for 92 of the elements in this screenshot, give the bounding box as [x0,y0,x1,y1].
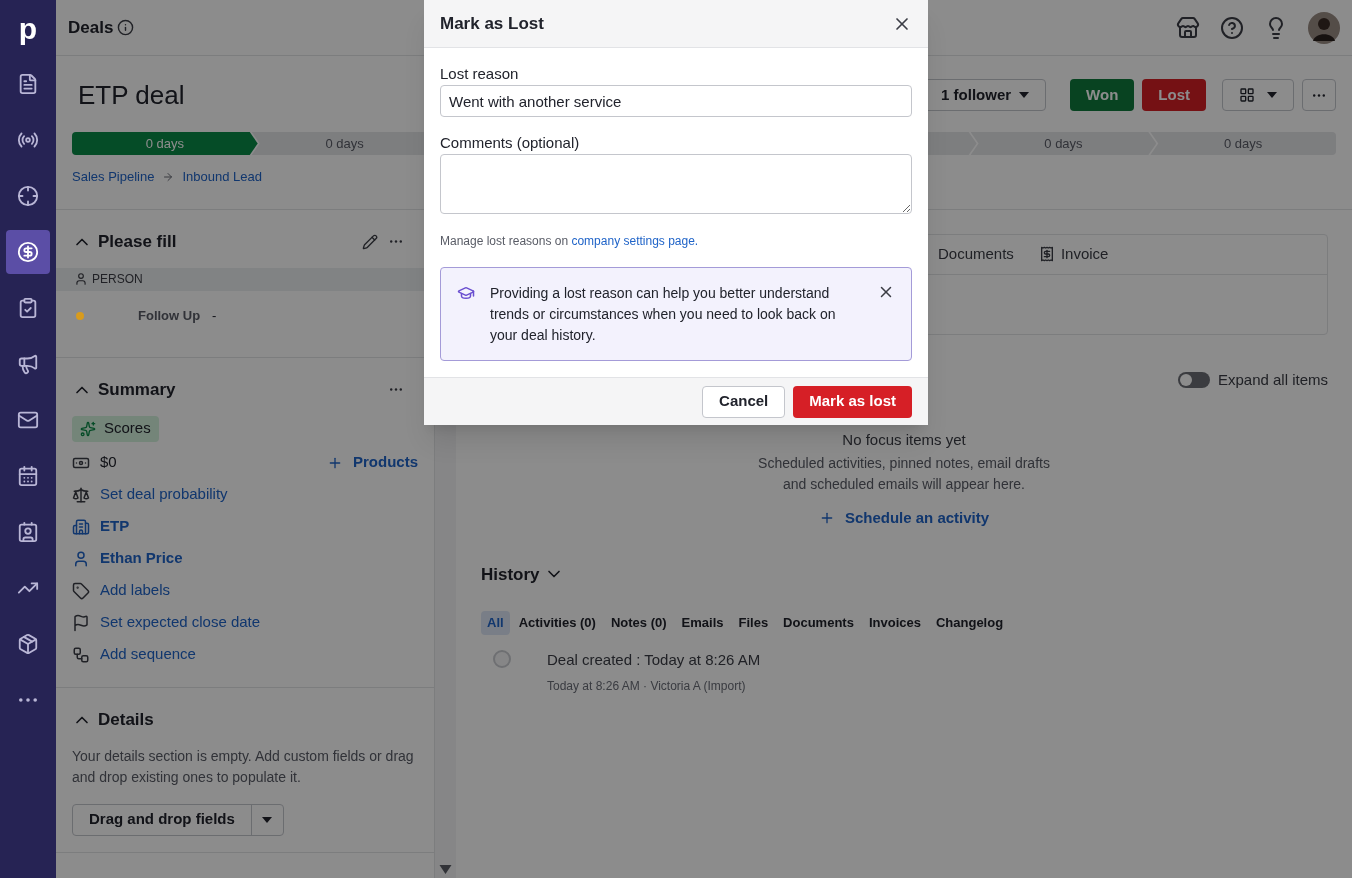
logo[interactable]: p [18,0,38,56]
page-title: Deals [68,16,114,39]
caret-icon [262,816,273,823]
summary-link[interactable]: ETP [100,515,130,538]
help-icon[interactable] [1220,15,1244,40]
more-icon[interactable] [390,240,402,243]
tip-text: Providing a lost reason can help you better understand trends or circumstances when you need to look back on your deal history. [490,284,837,345]
contact-card-icon [17,521,39,543]
field-label: Comments (optional) [440,133,580,153]
field-value: - [212,306,217,325]
won-button[interactable]: Won [1070,79,1135,111]
history-filter[interactable]: Invoices [862,611,927,635]
deal-value: $0 [100,452,117,473]
summary-link[interactable]: Add labels [100,579,171,602]
flag-icon [72,613,90,632]
more-icon[interactable] [390,388,402,391]
mail-icon [17,409,39,431]
history-filter[interactable]: Notes (0) [604,611,673,635]
more-icon [1313,93,1325,97]
pipeline-stage[interactable]: 0 days [970,132,1157,155]
history-title: History [481,563,540,586]
arrow-icon [162,170,175,183]
view-button[interactable] [1222,79,1294,111]
drag-and-drop-label[interactable]: Drag and drop fields [73,804,251,835]
graduation-cap-icon [457,284,475,302]
lost-button[interactable]: Lost [1142,79,1206,111]
summary-link[interactable]: Add sequence [100,643,196,666]
sparkle-icon [80,420,96,437]
comments-field[interactable] [440,154,912,214]
details-text: Your details section is empty. Add custom fields or drag and drop existing ones to populate it. [72,746,415,787]
clipboard-icon [17,297,39,319]
group-heading: PERSON [92,271,143,288]
dollar-icon [17,241,39,263]
field-label: Lost reason [440,64,519,84]
breadcrumb-link[interactable]: Inbound Lead [182,167,262,187]
history-filter[interactable]: Activities (0) [512,611,602,635]
lost-reason-field[interactable]: Went with another service [440,85,912,117]
megaphone-icon [17,353,39,375]
history-filter[interactable]: Documents [777,611,860,635]
empty-title: No focus items yet [842,431,966,449]
history-filter[interactable]: Emails [675,611,730,635]
caret-icon [1019,92,1030,98]
tab[interactable]: Documents [938,242,1014,266]
deal-title: ETP deal [78,78,185,112]
summary-link[interactable]: Ethan Price [100,547,183,570]
section-title: Details [98,708,154,731]
switch[interactable] [1177,371,1210,388]
box-icon [17,633,39,655]
section-title: Summary [98,378,176,401]
history-filter[interactable]: All [481,611,510,635]
history-filter[interactable]: Changelog [929,611,1010,635]
tag-icon [72,581,90,600]
schedule-activity-link[interactable]: Schedule an activity [818,507,990,530]
mark-as-lost-button[interactable]: Mark as lost [793,385,912,418]
cancel-button[interactable]: Cancel [702,385,786,418]
history-entry-meta: Today at 8:26 AM · Victoria A (Import) [547,677,747,695]
scale-icon [72,485,90,504]
company-settings-link[interactable]: company settings page. [571,234,699,248]
caret-icon [1267,92,1277,98]
breadcrumb-link[interactable]: Sales Pipeline [72,167,155,187]
more-icon [19,698,37,702]
dialog-title: Mark as Lost [440,12,544,35]
scores-badge[interactable]: Scores [72,415,159,442]
grid-icon [1239,87,1255,103]
nav-item[interactable] [6,230,50,274]
avatar[interactable] [1308,11,1340,44]
section-title: Please fill [98,230,177,253]
calendar-icon [17,465,39,487]
manage-reasons-text: Manage lost reasons on company settings page. [440,233,700,249]
empty-text: Scheduled activities, pinned notes, email drafts and scheduled emails will appear here. [757,454,1051,494]
pipeline-stage[interactable]: 0 days [72,132,258,155]
drag-and-drop-split-button[interactable]: Drag and drop fields [72,803,284,836]
info-icon[interactable] [117,19,135,36]
document-icon [17,73,39,95]
crosshair-icon [17,185,39,207]
person-icon [74,272,88,286]
expand-toggle[interactable]: Expand all items [1177,368,1328,391]
edit-icon[interactable] [362,233,378,250]
store-icon[interactable] [1176,15,1200,40]
scroll-down-arrow-icon[interactable] [439,865,452,874]
building-icon [72,517,90,536]
pipeline-stage[interactable]: 0 days [1150,132,1337,155]
sequence-icon [72,645,90,664]
history-filter[interactable]: Files [732,611,775,635]
summary-link[interactable]: Set expected close date [100,611,261,634]
invoice-icon [1038,246,1055,262]
products-link[interactable]: Products [327,451,418,474]
person-icon [72,549,90,568]
history-entry-title: Deal created : Today at 8:26 AM [547,650,761,670]
tab[interactable]: Invoice [1038,242,1109,266]
field-label: Follow Up [138,306,201,325]
summary-link[interactable]: Set deal probability [100,483,228,506]
